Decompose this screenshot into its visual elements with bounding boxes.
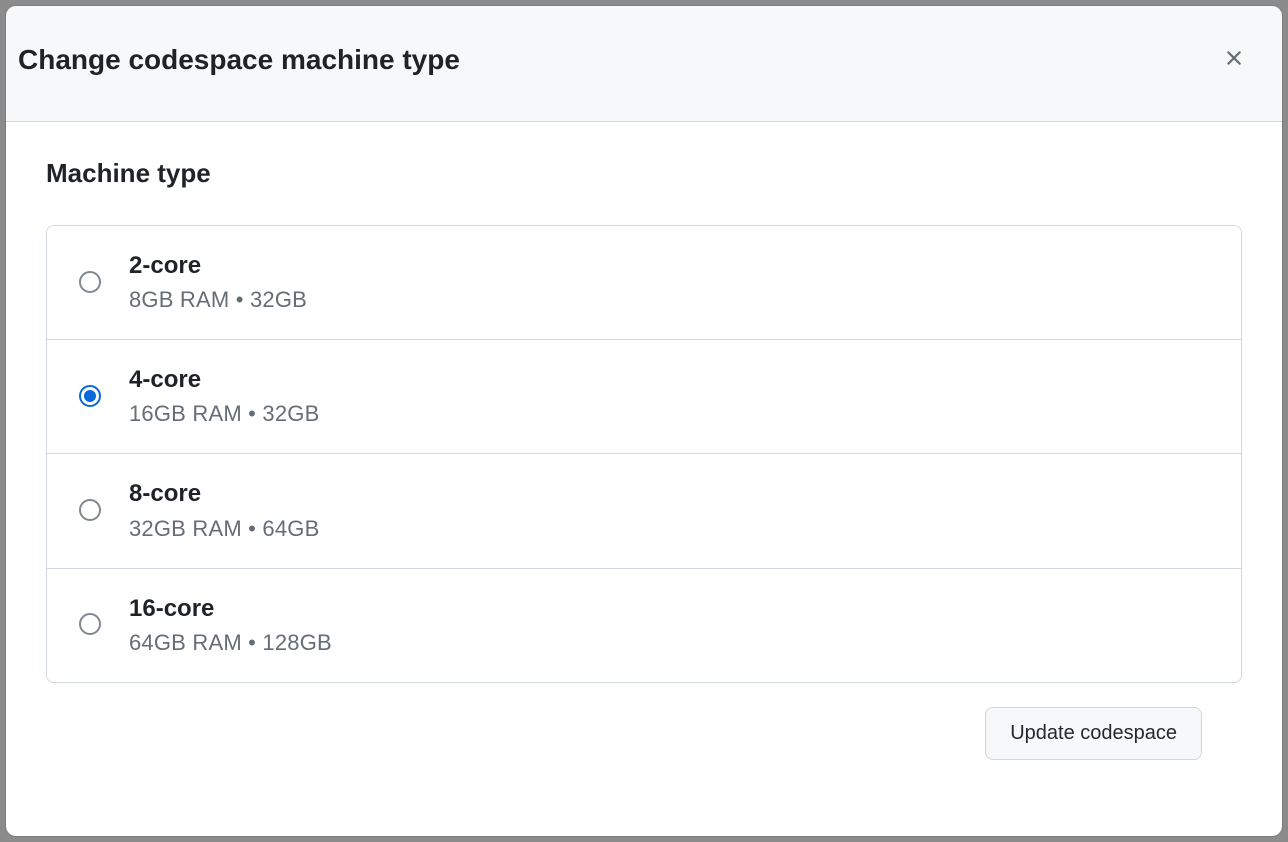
- option-title: 4-core: [129, 364, 319, 395]
- machine-option-8-core[interactable]: 8-core 32GB RAM • 64GB: [47, 454, 1241, 568]
- option-title: 2-core: [129, 250, 307, 281]
- dialog-header: Change codespace machine type: [6, 6, 1282, 122]
- machine-option-2-core[interactable]: 2-core 8GB RAM • 32GB: [47, 226, 1241, 340]
- option-spec: 32GB RAM • 64GB: [129, 516, 319, 542]
- dialog-body: Machine type 2-core 8GB RAM • 32GB 4-cor…: [6, 122, 1282, 836]
- update-codespace-button[interactable]: Update codespace: [985, 707, 1202, 760]
- dialog-title: Change codespace machine type: [18, 44, 460, 76]
- machine-option-16-core[interactable]: 16-core 64GB RAM • 128GB: [47, 569, 1241, 682]
- machine-type-radio-group: 2-core 8GB RAM • 32GB 4-core 16GB RAM • …: [46, 225, 1242, 683]
- option-text: 16-core 64GB RAM • 128GB: [129, 593, 332, 656]
- dialog-backdrop: Change codespace machine type Machine ty…: [0, 0, 1288, 842]
- option-text: 8-core 32GB RAM • 64GB: [129, 478, 319, 541]
- dialog-footer: Update codespace: [46, 707, 1242, 796]
- close-button[interactable]: [1214, 38, 1254, 81]
- option-text: 4-core 16GB RAM • 32GB: [129, 364, 319, 427]
- close-icon: [1222, 46, 1246, 73]
- machine-option-4-core[interactable]: 4-core 16GB RAM • 32GB: [47, 340, 1241, 454]
- option-spec: 16GB RAM • 32GB: [129, 401, 319, 427]
- option-spec: 8GB RAM • 32GB: [129, 287, 307, 313]
- radio-indicator: [79, 613, 101, 635]
- change-machine-type-dialog: Change codespace machine type Machine ty…: [6, 6, 1282, 836]
- option-title: 16-core: [129, 593, 332, 624]
- radio-indicator: [79, 271, 101, 293]
- option-text: 2-core 8GB RAM • 32GB: [129, 250, 307, 313]
- option-spec: 64GB RAM • 128GB: [129, 630, 332, 656]
- radio-indicator: [79, 385, 101, 407]
- radio-indicator: [79, 499, 101, 521]
- machine-type-heading: Machine type: [46, 158, 1242, 189]
- option-title: 8-core: [129, 478, 319, 509]
